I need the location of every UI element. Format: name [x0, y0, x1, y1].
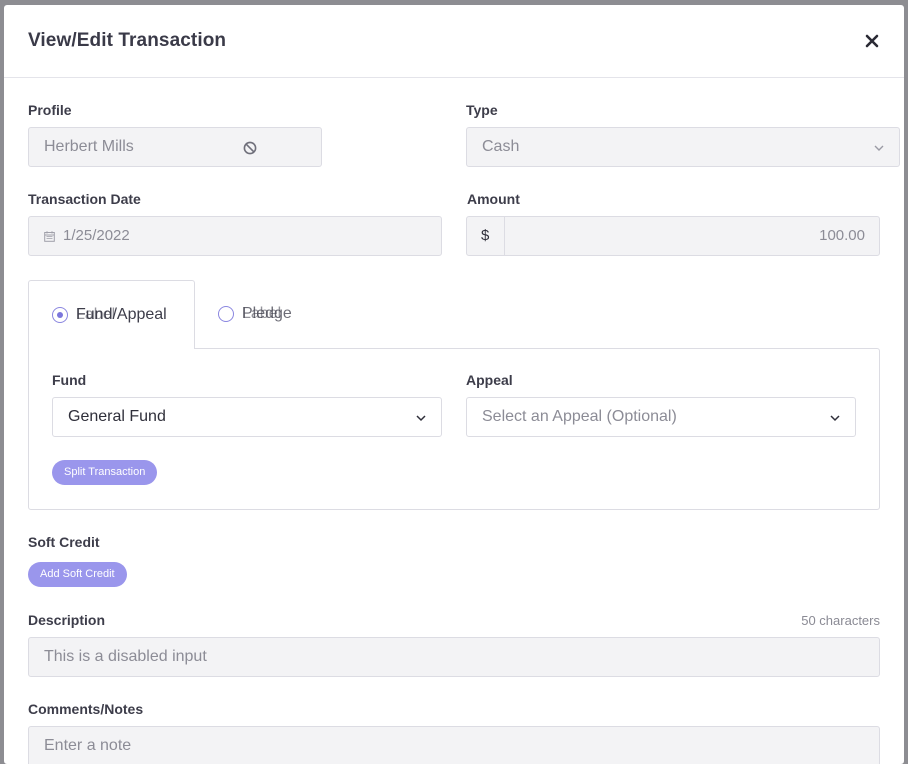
modal-title: View/Edit Transaction [28, 30, 227, 51]
currency-symbol: $ [481, 227, 490, 244]
fund-label: Fund [52, 372, 87, 388]
chevron-down-icon [830, 415, 840, 422]
type-select[interactable]: Cash [466, 127, 900, 167]
type-value: Cash [482, 138, 520, 155]
transaction-date-value: 1/25/2022 [63, 227, 130, 244]
type-label: Type [466, 102, 498, 118]
modal-header: View/Edit Transaction [4, 5, 904, 78]
currency-addon: $ [467, 217, 505, 255]
profile-label: Profile [28, 102, 72, 118]
chevron-down-icon [874, 145, 884, 151]
transaction-modal: View/Edit Transaction Profile Herbert Mi… [4, 5, 904, 764]
appeal-placeholder: Select an Appeal (Optional) [482, 408, 677, 425]
close-button[interactable] [862, 31, 882, 51]
tab-pledge[interactable]: Label Pledge [195, 280, 335, 348]
appeal-label: Appeal [466, 372, 513, 388]
fund-select[interactable]: General Fund [52, 397, 442, 437]
profile-value: Herbert Mills [44, 138, 134, 155]
amount-field[interactable]: $ 100.00 [466, 216, 880, 256]
description-counter: 50 characters [801, 613, 880, 628]
calendar-icon [44, 231, 55, 242]
pledge-radio[interactable] [218, 306, 234, 322]
close-icon [865, 34, 879, 48]
fund-value: General Fund [68, 408, 166, 425]
soft-credit-label: Soft Credit [28, 534, 100, 550]
description-label: Description [28, 612, 106, 628]
description-input[interactable]: This is a disabled input [28, 637, 880, 677]
tab-panel-fund-appeal: Fund General Fund Appeal Select an Appea… [28, 348, 880, 510]
amount-value: 100.00 [819, 227, 865, 244]
comments-textarea[interactable]: Enter a note [28, 726, 880, 764]
transaction-date-field[interactable]: 1/25/2022 [28, 216, 442, 256]
tab-fund-appeal[interactable]: Label Fund/Appeal [28, 280, 195, 349]
transaction-date-label: Transaction Date [28, 191, 141, 207]
tab-pledge-label: Pledge [242, 305, 292, 322]
fund-appeal-radio[interactable] [52, 307, 68, 323]
profile-field[interactable]: Herbert Mills [28, 127, 322, 167]
chevron-down-icon [416, 415, 426, 422]
tab-fund-appeal-label: Fund/Appeal [76, 306, 167, 323]
disabled-icon [243, 141, 257, 155]
split-transaction-button[interactable]: Split Transaction [52, 460, 158, 485]
add-soft-credit-button[interactable]: Add Soft Credit [28, 562, 127, 587]
description-placeholder: This is a disabled input [44, 648, 207, 665]
appeal-select[interactable]: Select an Appeal (Optional) [466, 397, 856, 437]
comments-label: Comments/Notes [28, 701, 144, 717]
comments-placeholder: Enter a note [44, 737, 132, 754]
amount-label: Amount [467, 191, 520, 207]
